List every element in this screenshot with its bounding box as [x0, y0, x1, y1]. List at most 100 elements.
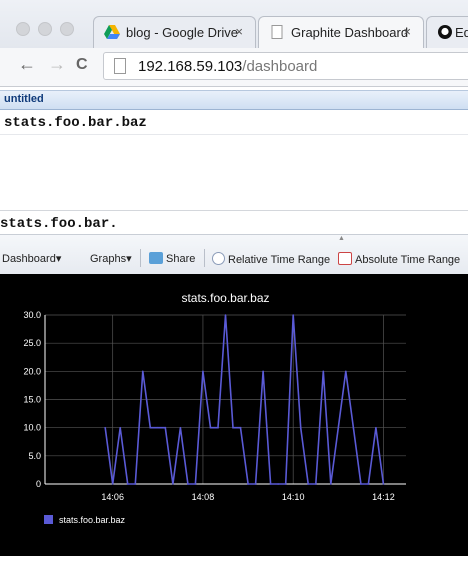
data-point	[141, 370, 144, 373]
data-point	[172, 483, 174, 485]
data-point	[164, 426, 167, 429]
browser-toolbar: ← → C 192.168.59.103/dashboard	[0, 48, 468, 87]
github-icon	[438, 25, 452, 39]
url-host: 192.168.59.103	[138, 58, 243, 75]
data-point	[292, 314, 294, 316]
data-point	[314, 483, 317, 485]
legend-swatch	[44, 515, 53, 524]
reload-icon[interactable]: C	[76, 56, 88, 74]
dashboard-menu-label: Dashboard	[2, 253, 56, 265]
page-icon	[114, 58, 126, 74]
divider	[0, 134, 468, 135]
toolbar-separator	[140, 249, 141, 267]
clock-icon	[212, 252, 225, 265]
data-point	[329, 483, 332, 485]
tab-label: Graphite Dashboard	[291, 25, 409, 40]
data-point	[126, 483, 129, 485]
data-point	[352, 426, 355, 429]
toolbar-separator	[204, 249, 205, 267]
metric-path-input[interactable]: stats.foo.bar.	[0, 216, 118, 232]
data-point	[224, 314, 227, 316]
calendar-icon	[338, 252, 352, 265]
data-point	[119, 426, 122, 429]
page-icon	[271, 25, 283, 39]
y-tick-label: 15.0	[23, 395, 41, 405]
y-tick-label: 25.0	[23, 338, 41, 348]
data-point	[269, 483, 272, 485]
data-point	[345, 370, 347, 373]
y-tick-label: 10.0	[23, 423, 41, 433]
tab-label: blog - Google Drive	[126, 25, 238, 40]
y-tick-label: 5.0	[28, 451, 41, 461]
data-point	[299, 426, 302, 429]
metric-target-item[interactable]: stats.foo.bar.baz	[4, 115, 147, 131]
dropdown-icon: ▾	[55, 253, 62, 265]
data-point	[232, 426, 234, 429]
google-drive-icon	[104, 25, 120, 39]
data-point	[104, 426, 106, 429]
tab-close-icon[interactable]: ×	[235, 24, 243, 39]
graphs-menu-button[interactable]: Graphs▾	[90, 252, 132, 265]
dropdown-icon: ▾	[126, 253, 132, 265]
data-point	[360, 483, 362, 485]
data-point	[375, 426, 377, 429]
back-icon[interactable]: ←	[18, 54, 36, 75]
divider	[0, 210, 468, 211]
dashboard-title: untitled	[4, 93, 44, 105]
window-close-dot[interactable]	[16, 22, 30, 36]
x-tick-label: 14:08	[192, 492, 215, 502]
data-point	[284, 483, 287, 485]
data-point	[187, 483, 189, 485]
relative-time-label: Relative Time Range	[228, 254, 331, 266]
tab-label: Ed	[455, 25, 468, 40]
data-point	[239, 426, 242, 429]
data-point	[209, 426, 212, 429]
x-tick-label: 14:10	[282, 492, 305, 502]
graph-toolbar: ▲ Dashboard▾ Graphs▾ Share Relative Time…	[0, 234, 468, 276]
tab-graphite-dashboard[interactable]: Graphite Dashboard ×	[258, 16, 424, 48]
collapse-handle-icon[interactable]: ▲	[338, 235, 345, 242]
data-point	[217, 426, 219, 429]
data-point	[367, 483, 370, 485]
absolute-time-range-button[interactable]: Absolute Time Range	[338, 252, 460, 266]
browser-tab-strip: blog - Google Drive × Graphite Dashboard…	[0, 0, 468, 48]
forward-icon[interactable]: →	[48, 54, 66, 75]
tab-google-drive[interactable]: blog - Google Drive ×	[93, 16, 256, 48]
window-zoom-dot[interactable]	[60, 22, 74, 36]
data-point	[247, 483, 249, 485]
share-label: Share	[166, 253, 196, 265]
y-tick-label: 30.0	[23, 310, 41, 320]
graphs-menu-label: Graphs	[90, 253, 127, 265]
x-tick-label: 14:06	[101, 492, 124, 502]
window-minimize-dot[interactable]	[38, 22, 52, 36]
chart-title: stats.foo.bar.baz	[181, 291, 269, 305]
data-point	[202, 370, 204, 373]
dashboard-menu-button[interactable]: Dashboard▾	[2, 252, 61, 265]
data-point	[307, 483, 310, 485]
y-tick-label: 20.0	[23, 366, 41, 376]
relative-time-range-button[interactable]: Relative Time Range	[212, 252, 330, 266]
data-point	[382, 483, 385, 485]
data-point	[194, 483, 197, 485]
tab-github[interactable]: Ed	[426, 16, 468, 48]
x-tick-label: 14:12	[372, 492, 395, 502]
url-text: 192.168.59.103/dashboard	[138, 58, 317, 75]
data-point	[111, 483, 114, 485]
address-bar[interactable]: 192.168.59.103/dashboard	[103, 52, 468, 80]
dashboard-title-bar: untitled	[0, 90, 468, 110]
absolute-time-label: Absolute Time Range	[355, 254, 461, 266]
tab-close-icon[interactable]: ×	[403, 24, 411, 39]
graph-panel[interactable]: stats.foo.bar.baz 0 5.0 10.0 15.0 20.0 25.0 30.…	[0, 274, 468, 556]
data-point	[262, 370, 264, 373]
data-point	[179, 426, 182, 429]
url-path: /dashboard	[242, 58, 318, 75]
data-point	[337, 426, 340, 429]
data-point	[277, 483, 279, 485]
y-tick-label: 0	[36, 479, 41, 489]
line-chart: stats.foo.bar.baz 0 5.0 10.0 15.0 20.0 25.0 30.…	[23, 291, 406, 525]
data-point	[157, 426, 159, 429]
share-button[interactable]: Share	[149, 252, 195, 265]
data-point	[322, 370, 325, 373]
share-icon	[149, 252, 163, 264]
data-point	[254, 483, 257, 485]
